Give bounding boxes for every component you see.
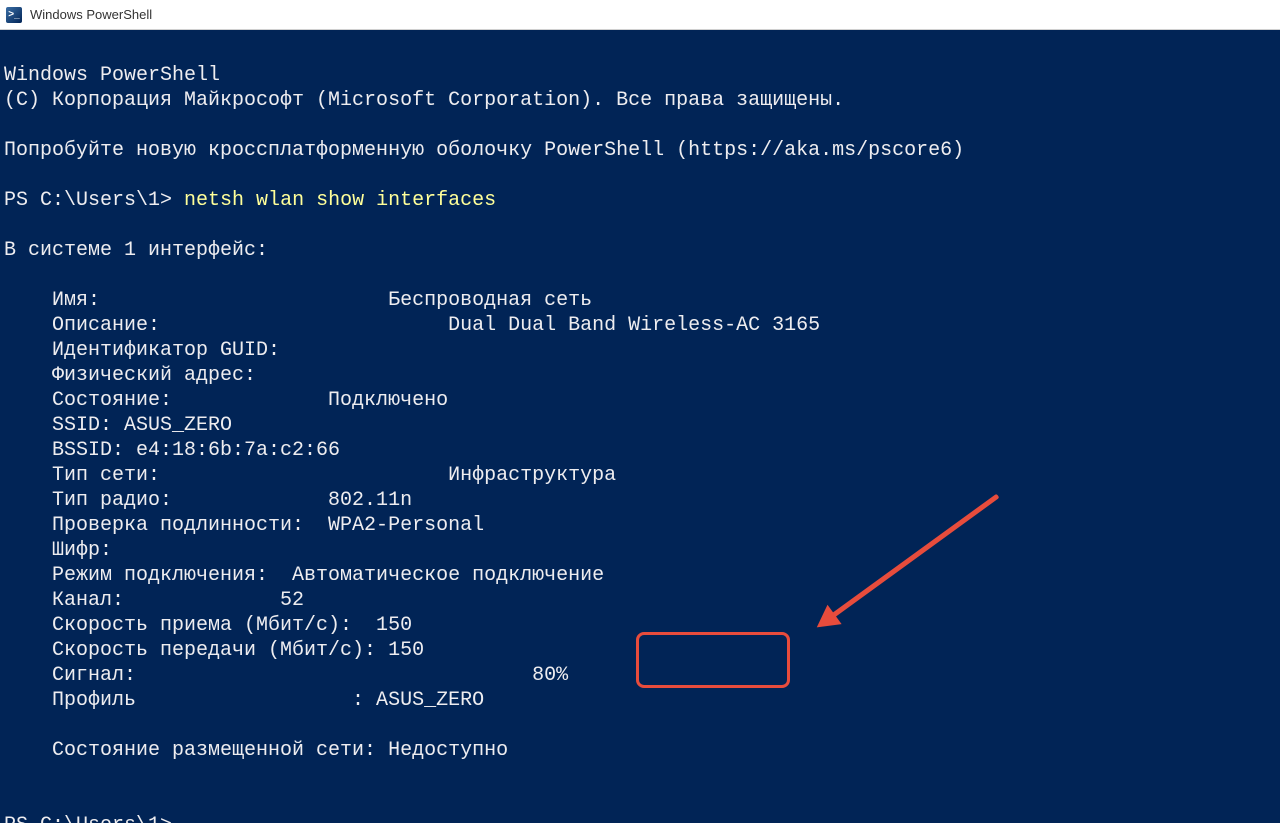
- prompt-2: PS C:\Users\1>: [4, 814, 172, 823]
- terminal-area[interactable]: Windows PowerShell (C) Корпорация Майкро…: [0, 30, 1280, 823]
- ps-banner-line1: Windows PowerShell: [4, 64, 220, 87]
- ps-banner-line3: Попробуйте новую кроссплатформенную обол…: [4, 139, 964, 162]
- output-rows: Имя: Беспроводная сеть Описание: Dual Du…: [4, 289, 820, 762]
- typed-command: netsh wlan show interfaces: [184, 189, 496, 212]
- window-title: Windows PowerShell: [30, 7, 152, 22]
- prompt: PS C:\Users\1>: [4, 189, 172, 212]
- ps-banner-line2: (C) Корпорация Майкрософт (Microsoft Cor…: [4, 89, 844, 112]
- highlight-box: [636, 632, 790, 688]
- window-titlebar: >_ Windows PowerShell: [0, 0, 1280, 30]
- powershell-icon: >_: [6, 7, 22, 23]
- annotation-arrow-icon: [820, 496, 998, 625]
- output-summary: В системе 1 интерфейс:: [4, 239, 268, 262]
